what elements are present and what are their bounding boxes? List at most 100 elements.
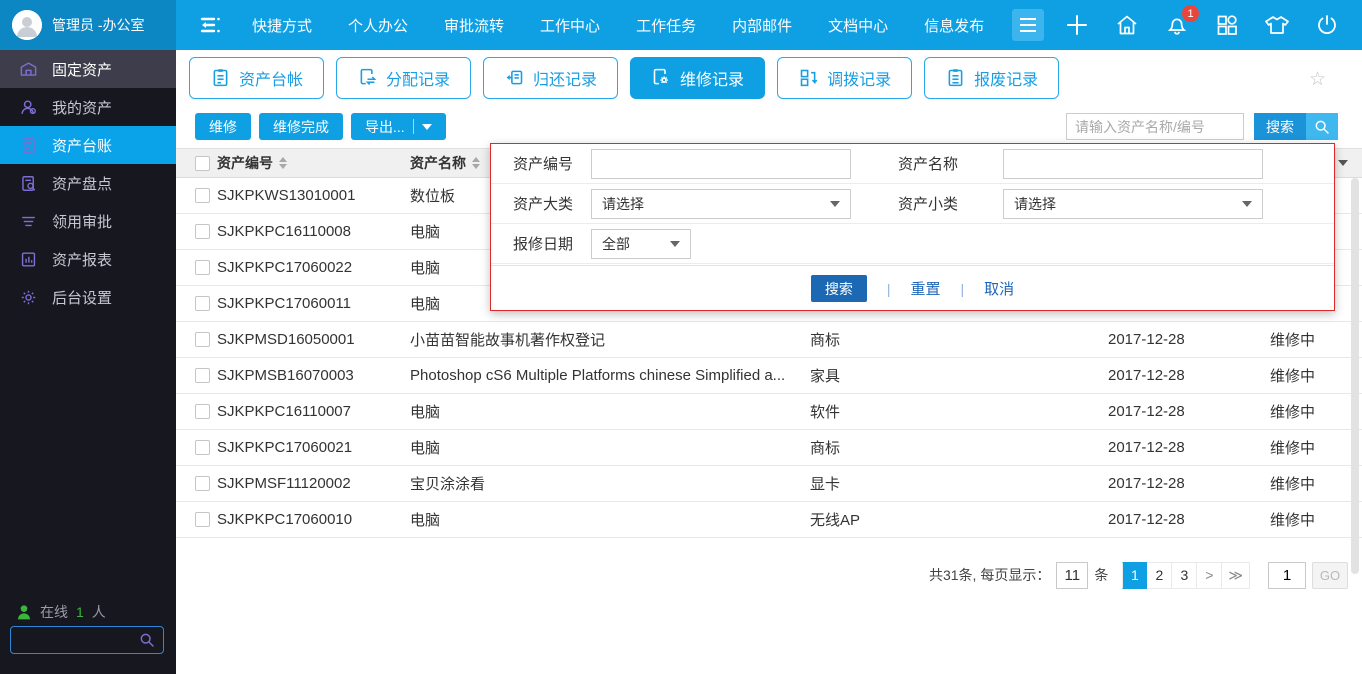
- user-menu[interactable]: 管理员 -办公室: [0, 0, 176, 50]
- table-row[interactable]: SJKPKPC16110007 电脑 软件 2017-12-28 维修中: [176, 394, 1362, 430]
- sidebar-search-icon[interactable]: [139, 632, 155, 648]
- next-page-button[interactable]: >: [1197, 561, 1223, 589]
- sidebar-item[interactable]: 资产报表: [0, 240, 176, 278]
- nav-item[interactable]: 个人办公: [348, 15, 408, 36]
- notifications-bell-icon[interactable]: 1: [1164, 5, 1199, 38]
- page-button[interactable]: 1: [1122, 561, 1148, 589]
- theme-shirt-icon[interactable]: [1264, 12, 1290, 38]
- header-asset-id[interactable]: 资产编号: [210, 153, 410, 173]
- tab[interactable]: 调拨记录: [777, 56, 913, 99]
- cell-asset-id: SJKPKPC17060011: [217, 295, 351, 312]
- nav-item[interactable]: 信息发布: [924, 15, 984, 36]
- repair-done-button[interactable]: 维修完成: [259, 113, 343, 140]
- more-menu-button[interactable]: [1012, 9, 1045, 41]
- row-checkbox[interactable]: [195, 368, 210, 383]
- repair-button[interactable]: 维修: [195, 113, 251, 140]
- nav-item[interactable]: 内部邮件: [732, 15, 792, 36]
- add-icon[interactable]: [1064, 12, 1090, 38]
- row-checkbox[interactable]: [195, 404, 210, 419]
- tab[interactable]: 归还记录: [483, 56, 619, 99]
- export-separator: [412, 119, 414, 134]
- sidebar-item[interactable]: 后台设置: [0, 278, 176, 316]
- row-checkbox[interactable]: [195, 332, 210, 347]
- page-button[interactable]: 3: [1172, 561, 1198, 589]
- filter-row-2: 资产大类 请选择 资产小类 请选择: [491, 184, 1334, 224]
- nav-item[interactable]: 工作任务: [636, 15, 696, 36]
- table-row[interactable]: SJKPMSF11120002 宝贝涂涂看 显卡 2017-12-28 维修中: [176, 466, 1362, 502]
- filter-cancel-button[interactable]: 取消: [984, 278, 1014, 299]
- last-page-button[interactable]: ≫: [1222, 561, 1250, 589]
- nav-item[interactable]: 工作中心: [540, 15, 600, 36]
- asset-name-label: 资产名称: [898, 156, 959, 173]
- sidebar-module-header[interactable]: 固定资产: [0, 50, 176, 88]
- chevron-down-icon: [1242, 200, 1252, 207]
- row-checkbox[interactable]: [195, 296, 210, 311]
- hamburger-icon: [1020, 18, 1037, 32]
- column-config-caret-icon[interactable]: [1338, 160, 1348, 166]
- goto-page-input[interactable]: [1268, 561, 1306, 589]
- cell-asset-id: SJKPKPC17060010: [217, 511, 353, 528]
- nav-item[interactable]: 审批流转: [444, 15, 504, 36]
- sort-icon[interactable]: [279, 157, 287, 169]
- topbar-icons: 1: [1064, 5, 1340, 38]
- repair-date-select[interactable]: 全部: [591, 228, 691, 259]
- home-icon[interactable]: [1114, 12, 1140, 38]
- per-page-input[interactable]: [1056, 561, 1089, 589]
- sidebar-search: [10, 626, 164, 654]
- filter-search-button[interactable]: 搜索: [810, 275, 867, 302]
- table-row[interactable]: SJKPMSB16070003 Photoshop cS6 Multiple Pl…: [176, 358, 1362, 394]
- tab[interactable]: 资产台帐: [189, 56, 325, 99]
- sidebar-item[interactable]: 我的资产: [0, 88, 176, 126]
- cell-status: 维修中: [1270, 368, 1316, 385]
- filter-row-3: 报修日期 全部: [491, 224, 1334, 264]
- page-button[interactable]: 2: [1147, 561, 1173, 589]
- row-checkbox[interactable]: [195, 260, 210, 275]
- sidebar-search-input[interactable]: [11, 632, 139, 648]
- row-checkbox[interactable]: [195, 440, 210, 455]
- sort-icon[interactable]: [472, 157, 480, 169]
- export-dropdown-button[interactable]: 导出...: [351, 113, 446, 140]
- asset-major-select[interactable]: 请选择: [591, 188, 851, 219]
- quick-search-input[interactable]: [1066, 113, 1244, 140]
- favorite-star-icon[interactable]: ☆: [1309, 68, 1326, 91]
- sidebar-item-label: 后台设置: [52, 289, 113, 307]
- asset-name-input[interactable]: [1003, 148, 1263, 179]
- tab[interactable]: 分配记录: [336, 56, 472, 99]
- tab[interactable]: 报废记录: [924, 56, 1060, 99]
- table-row[interactable]: SJKPKPC17060021 电脑 商标 2017-12-28 维修中: [176, 430, 1362, 466]
- asset-no-input[interactable]: [591, 148, 851, 179]
- nav-item[interactable]: 文档中心: [828, 15, 888, 36]
- sidebar-item[interactable]: 资产盘点: [0, 164, 176, 202]
- toolbar: 维修 维修完成 导出... 搜索: [176, 105, 1362, 148]
- row-checkbox[interactable]: [195, 476, 210, 491]
- asset-minor-select[interactable]: 请选择: [1003, 188, 1263, 219]
- ledger-icon: [18, 135, 38, 155]
- cell-category: 家具: [810, 368, 841, 385]
- go-button[interactable]: GO: [1312, 561, 1348, 589]
- select-all-checkbox[interactable]: [195, 155, 210, 171]
- cell-status: 维修中: [1270, 332, 1316, 349]
- power-logout-icon[interactable]: [1314, 12, 1340, 38]
- tab-label: 资产台帐: [239, 71, 304, 89]
- row-checkbox[interactable]: [195, 512, 210, 527]
- tab[interactable]: 维修记录: [630, 56, 766, 99]
- quick-search-button[interactable]: 搜索: [1254, 113, 1338, 140]
- sidebar-items: 我的资产资产台账 资产盘点 领用审批 资产报表后台设置: [0, 88, 176, 316]
- user-name: 管理员 -办公室: [52, 17, 145, 33]
- vertical-scrollbar[interactable]: [1351, 178, 1359, 574]
- ledger-tab-icon: [210, 67, 231, 88]
- cell-asset-name: 小苗苗智能故事机著作权登记: [410, 332, 606, 349]
- table-row[interactable]: SJKPMSD16050001 小苗苗智能故事机著作权登记 商标 2017-12-28…: [176, 322, 1362, 358]
- sidebar-item[interactable]: 领用审批: [0, 202, 176, 240]
- collapse-menu-icon[interactable]: [198, 15, 222, 35]
- tab-label: 调拨记录: [827, 71, 892, 89]
- table-row[interactable]: SJKPKPC17060010 电脑 无线AP 2017-12-28 维修中: [176, 502, 1362, 538]
- sidebar-item[interactable]: 资产台账: [0, 126, 176, 164]
- cell-asset-id: SJKPKWS13010001: [217, 187, 356, 204]
- row-checkbox[interactable]: [195, 224, 210, 239]
- apps-grid-icon[interactable]: [1214, 12, 1240, 38]
- row-checkbox[interactable]: [195, 188, 210, 203]
- nav-item[interactable]: 快捷方式: [252, 15, 312, 36]
- filter-reset-button[interactable]: 重置: [910, 278, 940, 299]
- sidebar-item-label: 我的资产: [52, 99, 113, 117]
